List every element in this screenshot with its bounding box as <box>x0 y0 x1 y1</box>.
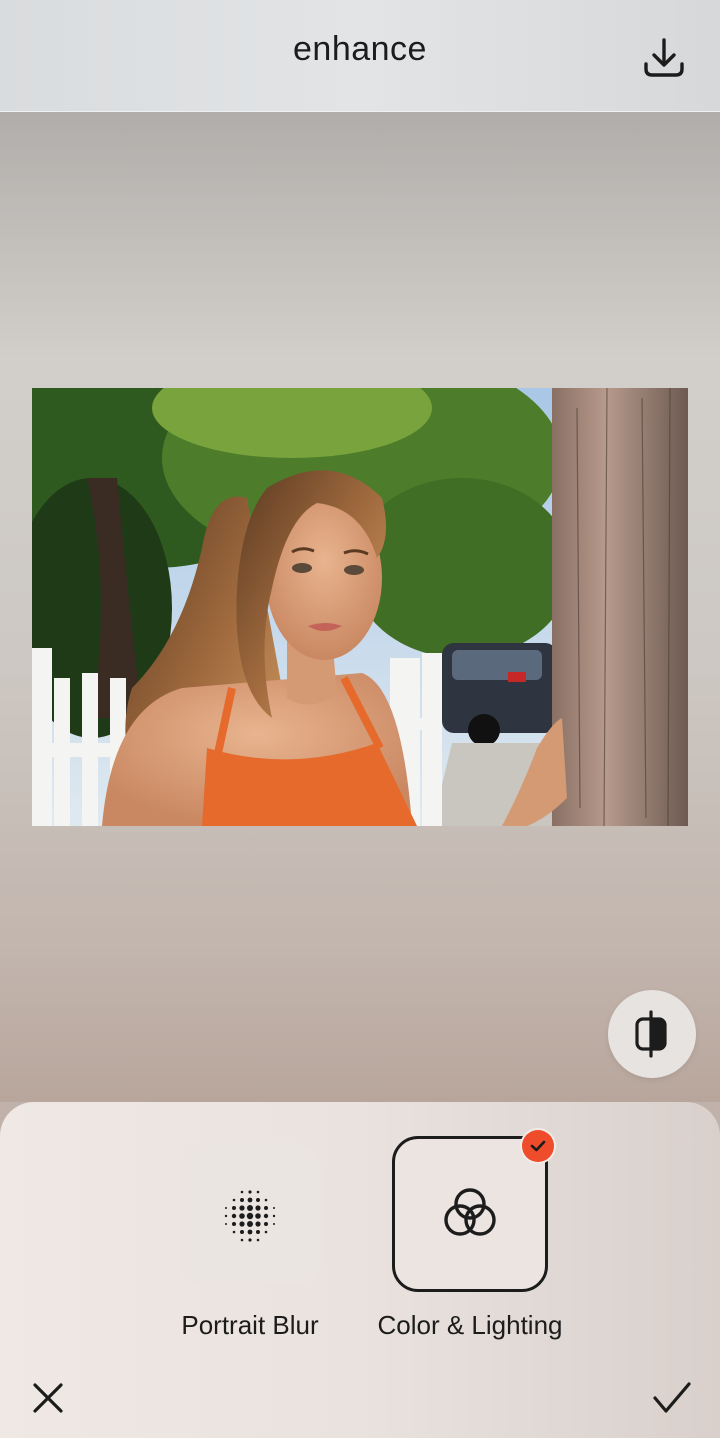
split-compare-icon <box>635 1010 667 1058</box>
close-icon <box>33 1383 63 1413</box>
check-badge-icon <box>530 1140 546 1152</box>
color-lighting-label: Color & Lighting <box>377 1310 563 1340</box>
tool-color-lighting[interactable] <box>392 1136 548 1292</box>
tool-portrait-blur[interactable] <box>172 1136 328 1285</box>
compare-button[interactable] <box>608 990 696 1078</box>
portrait-blur-label: Portrait Blur <box>181 1310 319 1340</box>
dots-grid-icon <box>224 1190 276 1242</box>
page-title: enhance <box>293 30 427 68</box>
overlapping-circles-icon <box>444 1188 496 1236</box>
selected-badge <box>522 1130 554 1162</box>
color-lighting-tile[interactable] <box>392 1136 548 1292</box>
confirm-button[interactable] <box>648 1374 696 1422</box>
tools-sheet <box>0 1102 720 1438</box>
cancel-button[interactable] <box>26 1376 70 1420</box>
check-icon <box>653 1382 691 1413</box>
download-button[interactable] <box>636 30 692 86</box>
portrait-blur-tile[interactable] <box>179 1143 321 1285</box>
top-bar: enhance <box>0 0 720 112</box>
download-icon <box>644 38 684 77</box>
preview-photo <box>32 388 688 826</box>
